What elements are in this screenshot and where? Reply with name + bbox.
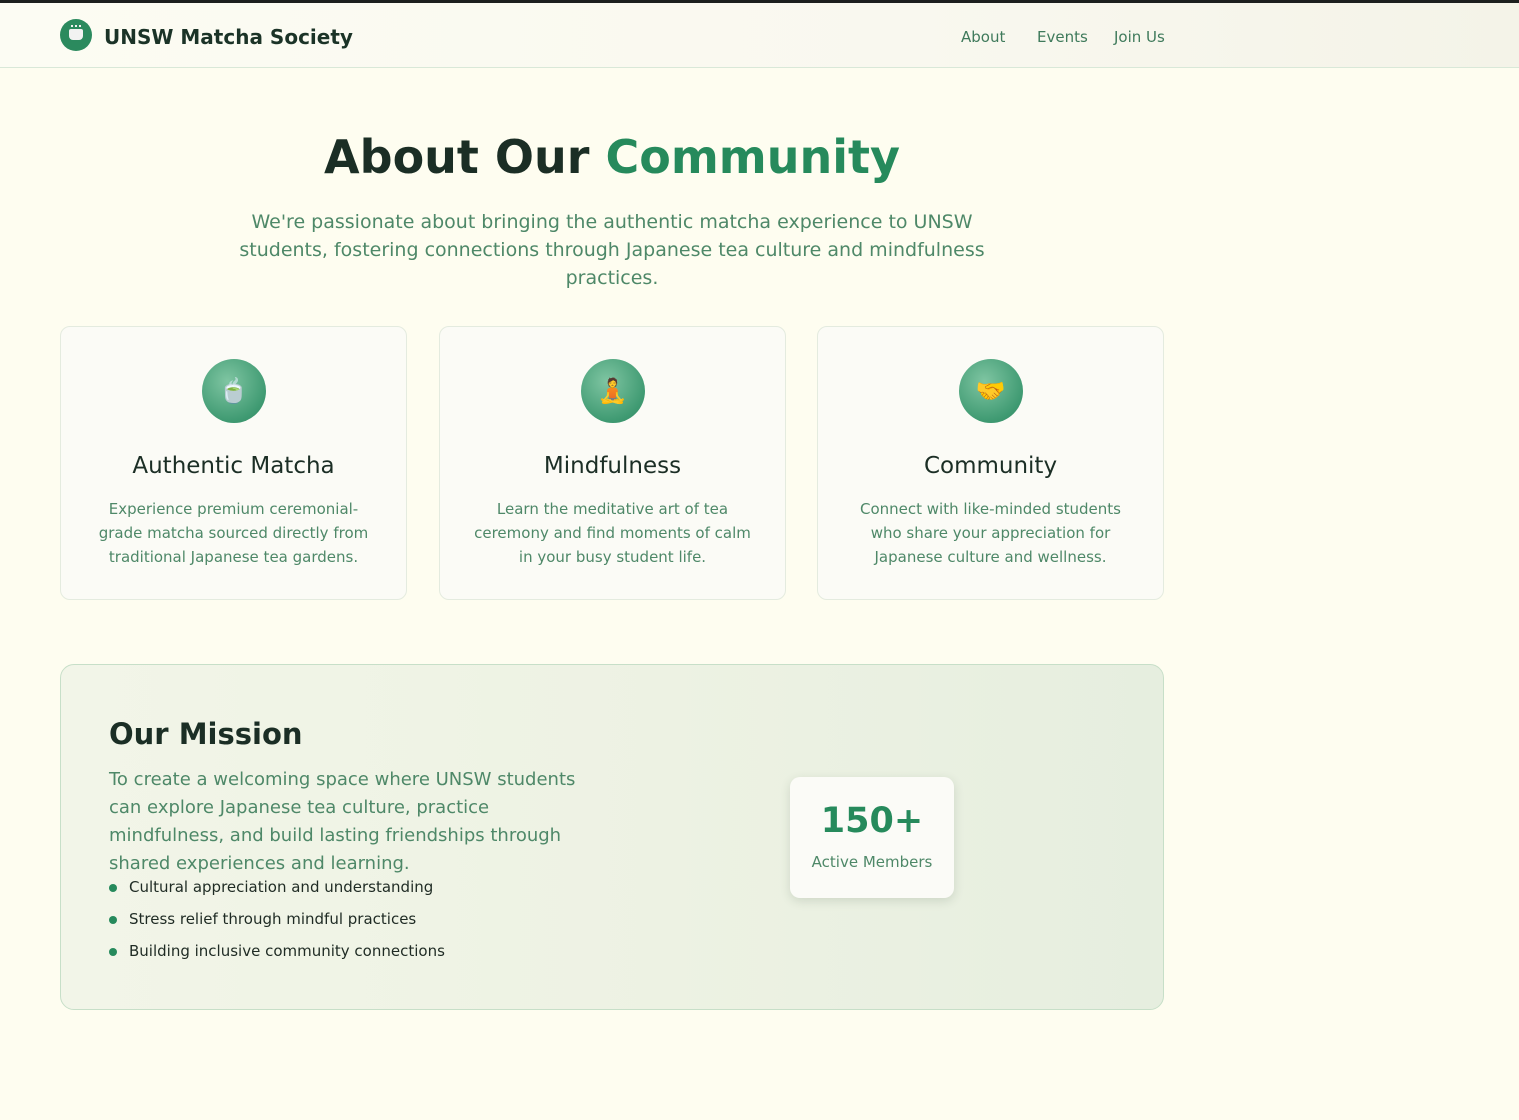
members-stat-card: 150+ Active Members <box>790 777 954 898</box>
card-description: Learn the meditative art of tea ceremony… <box>474 500 751 566</box>
nav-events[interactable]: Events <box>1037 28 1088 46</box>
mission-point: Cultural appreciation and understanding <box>109 878 433 896</box>
page-title: About Our Community <box>60 130 1164 184</box>
mission-point-text: Building inclusive community connections <box>129 942 445 960</box>
steam-icon <box>71 25 81 28</box>
card-title: Mindfulness <box>543 453 682 479</box>
handshake-icon: 🤝 <box>958 359 1023 423</box>
bullet-dot-icon <box>109 884 117 892</box>
card-description: Connect with like-minded students who sh… <box>860 500 1121 566</box>
card-title: Authentic Matcha <box>132 453 335 479</box>
card-title: Community <box>923 453 1058 479</box>
mission-title: Our Mission <box>109 717 303 751</box>
tea-cup-icon: 🍵 <box>201 359 266 423</box>
feature-card-authentic-matcha: 🍵 Authentic Matcha Experience premium ce… <box>60 326 407 600</box>
brand-name[interactable]: UNSW Matcha Society <box>104 25 353 49</box>
nav-about[interactable]: About <box>961 28 1005 46</box>
card-description: Experience premium ceremonial-grade matc… <box>98 500 369 566</box>
feature-card-community: 🤝 Community Connect with like-minded stu… <box>817 326 1164 600</box>
site-header: UNSW Matcha Society About Events Join Us <box>0 3 1519 68</box>
mission-description: To create a welcoming space where UNSW s… <box>109 769 576 874</box>
cup-shape <box>69 29 83 40</box>
stat-value: 150+ <box>820 801 924 841</box>
mission-point-text: Stress relief through mindful practices <box>129 910 417 928</box>
meditation-icon: 🧘 <box>580 359 645 423</box>
tea-cup-icon[interactable] <box>60 19 92 51</box>
page-subtitle: We're passionate about bringing the auth… <box>239 211 985 289</box>
mission-section: Our Mission To create a welcoming space … <box>60 664 1164 1010</box>
feature-card-mindfulness: 🧘 Mindfulness Learn the meditative art o… <box>439 326 786 600</box>
stat-label: Active Members <box>811 853 933 871</box>
title-main: About Our <box>324 130 606 184</box>
mission-point-text: Cultural appreciation and understanding <box>129 878 434 896</box>
mission-point: Building inclusive community connections <box>109 942 445 960</box>
mission-point: Stress relief through mindful practices <box>109 910 416 928</box>
bullet-dot-icon <box>109 948 117 956</box>
title-accent: Community <box>605 130 900 184</box>
bullet-dot-icon <box>109 916 117 924</box>
nav-join-us[interactable]: Join Us <box>1114 28 1165 46</box>
